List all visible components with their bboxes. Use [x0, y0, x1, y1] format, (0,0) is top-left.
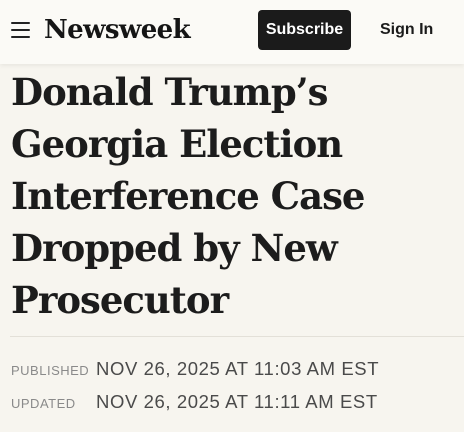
menu-bar — [11, 36, 30, 38]
sign-in-link[interactable]: Sign In — [380, 10, 433, 50]
updated-row: UPDATED NOV 26, 2025 AT 11:11 AM EST — [11, 390, 461, 414]
hamburger-menu-icon[interactable] — [11, 21, 30, 38]
divider — [10, 336, 464, 337]
published-label: PUBLISHED — [11, 363, 90, 378]
menu-bar — [11, 29, 30, 31]
menu-bar — [11, 22, 30, 24]
newsweek-logo[interactable]: Newsweek — [44, 13, 191, 47]
subscribe-button[interactable]: Subscribe — [258, 10, 351, 50]
published-row: PUBLISHED NOV 26, 2025 AT 11:03 AM EST — [11, 357, 461, 381]
site-header: Newsweek Subscribe Sign In — [0, 0, 464, 64]
published-timestamp: NOV 26, 2025 AT 11:03 AM EST — [96, 358, 380, 379]
updated-timestamp: NOV 26, 2025 AT 11:11 AM EST — [96, 391, 378, 412]
article-headline: Donald Trump’s Georgia Election Interfer… — [11, 70, 365, 322]
updated-label: UPDATED — [11, 396, 76, 411]
